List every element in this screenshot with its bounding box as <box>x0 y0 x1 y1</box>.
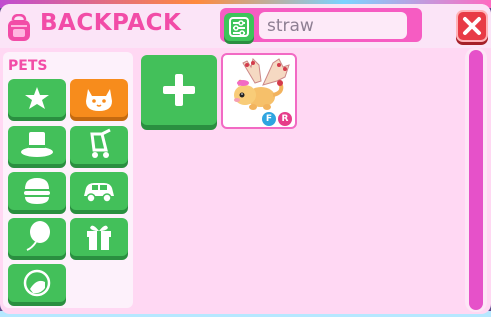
gift-icon <box>87 225 111 250</box>
page-title: BACKPACK <box>40 10 182 36</box>
category-star-button[interactable] <box>8 79 66 117</box>
category-vehicles-button[interactable] <box>70 172 128 210</box>
category-pets-button[interactable] <box>70 79 128 117</box>
category-food-button[interactable] <box>8 172 66 210</box>
category-accessories-button[interactable] <box>8 126 66 164</box>
flyable-badge: F <box>261 111 277 127</box>
plus-icon <box>163 74 195 106</box>
burger-icon <box>24 178 50 204</box>
category-gifts-button[interactable] <box>70 218 128 256</box>
rideable-badge: R <box>277 111 293 127</box>
pet-face-icon <box>86 89 112 111</box>
sticker-icon <box>23 269 51 297</box>
filter-button[interactable] <box>224 13 254 41</box>
category-stickers-button[interactable] <box>8 264 66 302</box>
top-hat-icon <box>21 132 53 157</box>
inventory-item-pet[interactable]: F R <box>221 53 297 129</box>
scrollbar-thumb[interactable] <box>469 50 483 310</box>
category-label: PETS <box>8 58 48 74</box>
category-toys-button[interactable] <box>8 218 66 256</box>
sliders-icon <box>229 17 249 37</box>
add-item-button[interactable] <box>141 55 217 125</box>
close-button[interactable] <box>456 10 488 42</box>
stroller-icon <box>90 128 111 158</box>
star-icon <box>25 87 49 109</box>
backpack-icon <box>8 14 30 41</box>
search-input[interactable] <box>259 12 407 39</box>
balloon-icon <box>26 221 50 251</box>
category-strollers-button[interactable] <box>70 126 128 164</box>
close-icon <box>463 17 481 35</box>
car-icon <box>84 183 114 203</box>
